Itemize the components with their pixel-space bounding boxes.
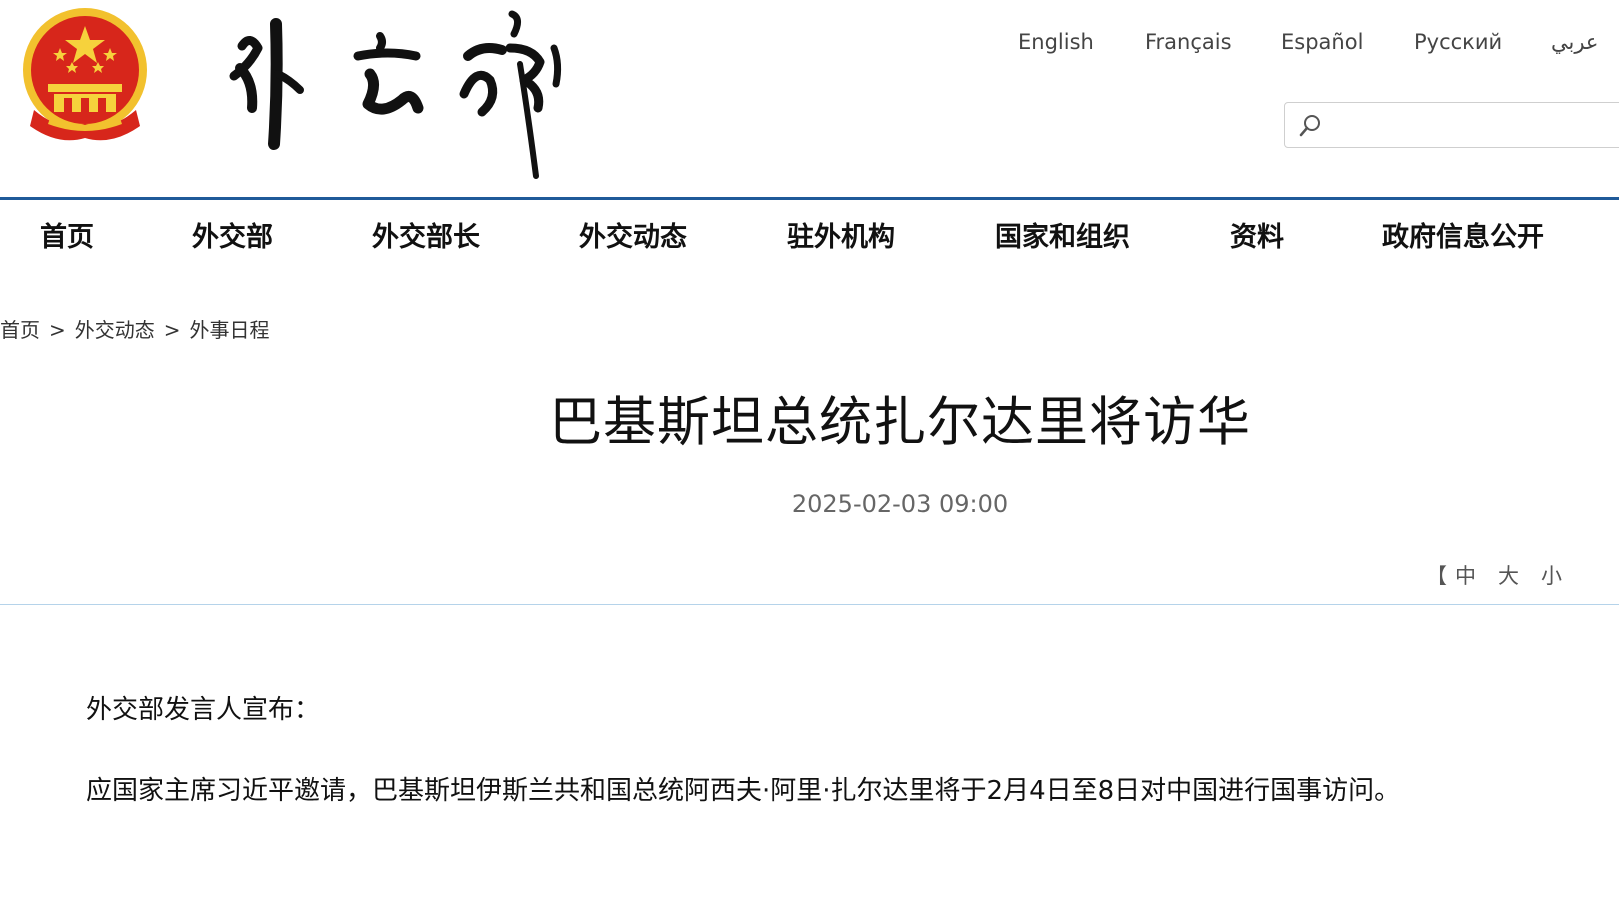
nav-item-resources[interactable]: 资料	[1230, 220, 1284, 256]
font-size-large-button[interactable]: 大	[1498, 564, 1519, 588]
breadcrumb-home-link[interactable]: 首页	[0, 318, 40, 342]
breadcrumb-separator: >	[49, 318, 66, 342]
breadcrumb-separator: >	[163, 318, 181, 342]
national-emblem	[20, 6, 150, 144]
header-divider	[0, 197, 1619, 200]
breadcrumb-diplomatic-news-link[interactable]: 外交动态	[75, 318, 155, 342]
breadcrumb: 首页 > 外交动态 > 外事日程	[0, 316, 270, 344]
search-box	[1284, 102, 1619, 148]
nav-item-government-info[interactable]: 政府信息公开	[1382, 220, 1544, 256]
article-paragraph: 外交部发言人宣布：	[86, 695, 321, 725]
article-paragraph: 应国家主席习近平邀请，巴基斯坦伊斯兰共和国总统阿西夫·阿里·扎尔达里将于2月4日…	[86, 776, 1401, 806]
lang-french-link[interactable]: Français	[1145, 30, 1232, 54]
font-size-controls: 【中大小	[1426, 562, 1584, 590]
search-input[interactable]	[1329, 109, 1619, 143]
nav-item-countries-organizations[interactable]: 国家和组织	[995, 220, 1130, 256]
article-title: 巴基斯坦总统扎尔达里将访华	[549, 392, 1251, 453]
content-divider	[0, 604, 1619, 605]
nav-item-diplomatic-news[interactable]: 外交动态	[579, 220, 687, 256]
lang-english-link[interactable]: English	[1018, 30, 1094, 54]
nav-item-ministry[interactable]: 外交部	[192, 220, 273, 256]
font-size-bracket: 【	[1426, 564, 1447, 588]
lang-arabic-link[interactable]: عربي	[1551, 30, 1598, 54]
lang-russian-link[interactable]: Русский	[1414, 30, 1502, 54]
nav-item-missions-overseas[interactable]: 驻外机构	[787, 220, 895, 256]
font-size-medium-button[interactable]: 中	[1455, 564, 1476, 588]
search-icon[interactable]	[1297, 113, 1323, 139]
lang-spanish-link[interactable]: Español	[1281, 30, 1363, 54]
nav-item-home[interactable]: 首页	[40, 220, 94, 256]
article-date: 2025-02-03 09:00	[791, 490, 1009, 518]
language-bar: English Français Español Русский عربي	[0, 30, 1619, 64]
breadcrumb-foreign-affairs-schedule-link[interactable]: 外事日程	[190, 318, 270, 342]
font-size-small-button[interactable]: 小	[1541, 564, 1562, 588]
nav-item-minister[interactable]: 外交部长	[372, 220, 480, 256]
